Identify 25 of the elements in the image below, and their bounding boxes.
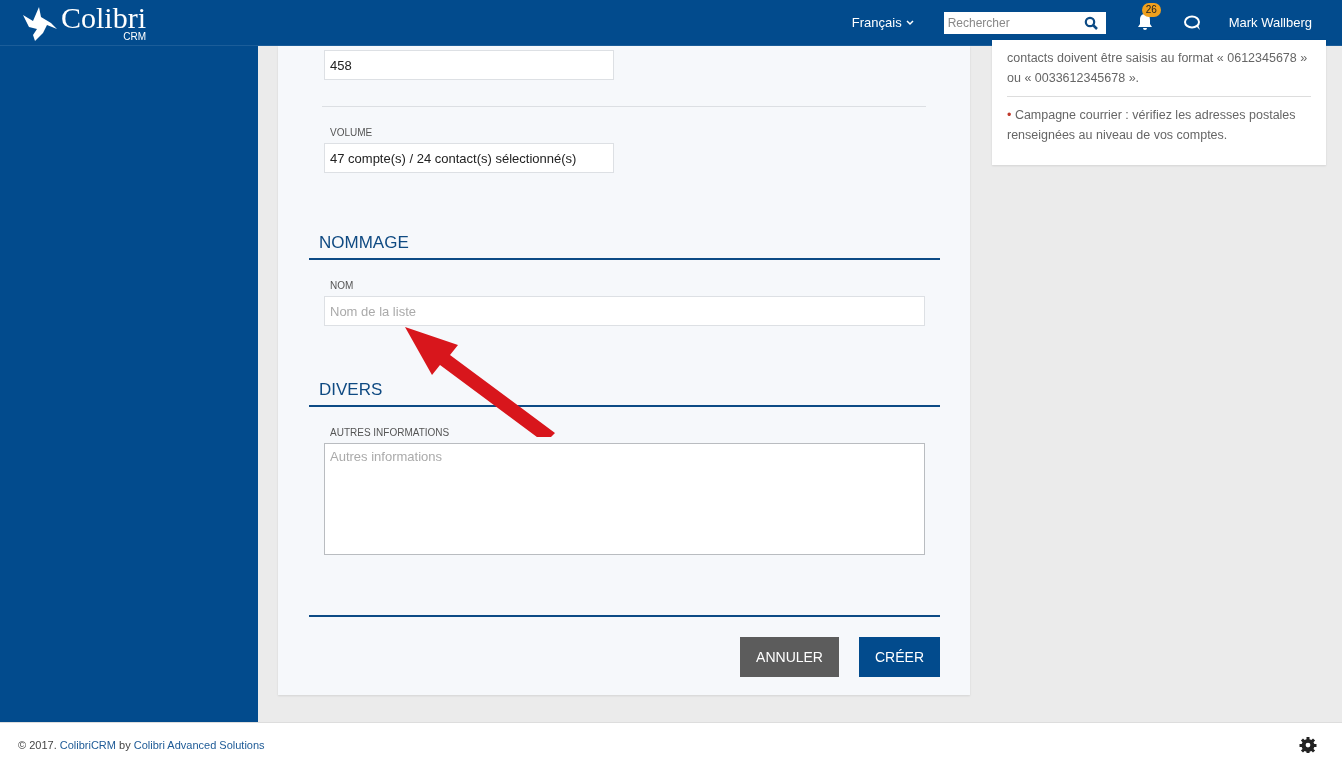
volume-field[interactable]: 47 compte(s) / 24 contact(s) sélectionné(s) — [324, 143, 614, 173]
settings-icon[interactable] — [1299, 735, 1317, 754]
note-text: contacts doivent être saisis au format « 0612345678 » ou « 0033612345678 ». — [1007, 50, 1309, 87]
create-button[interactable]: CRÉER — [859, 637, 940, 677]
field-label: NOM — [330, 280, 355, 291]
notification-badge: 26 — [1141, 2, 1161, 17]
logo-subtitle: CRM — [123, 31, 146, 42]
search-field[interactable]: Rechercher — [943, 11, 1106, 34]
logo-name: Colibri — [61, 2, 146, 33]
language-dropdown[interactable]: Français — [851, 15, 914, 30]
bell-icon[interactable] — [1135, 12, 1154, 31]
count-field[interactable]: 458 — [324, 50, 614, 80]
cancel-button[interactable]: ANNULER — [740, 637, 839, 677]
chevron-down-icon — [905, 19, 914, 26]
search-icon[interactable] — [1083, 15, 1098, 30]
copyright-text: © 2017. ColibriCRM by Colibri Advanced Solutions — [18, 738, 266, 751]
field-label: VOLUME — [330, 127, 374, 138]
section-heading: NOMMAGE — [309, 233, 940, 260]
product-link[interactable]: ColibriCRM — [59, 738, 116, 751]
name-field[interactable]: Nom de la liste — [324, 296, 925, 326]
info-textarea[interactable]: Autres informations — [324, 443, 925, 555]
note-text: • Campagne courrier : vérifiez les adresses postales renseignées au niveau de vos comptes. — [1007, 96, 1311, 153]
company-link[interactable]: Colibri Advanced Solutions — [133, 738, 265, 751]
user-name[interactable]: Mark Wallberg — [1228, 15, 1312, 30]
field-label: AUTRES INFORMATIONS — [330, 427, 451, 438]
